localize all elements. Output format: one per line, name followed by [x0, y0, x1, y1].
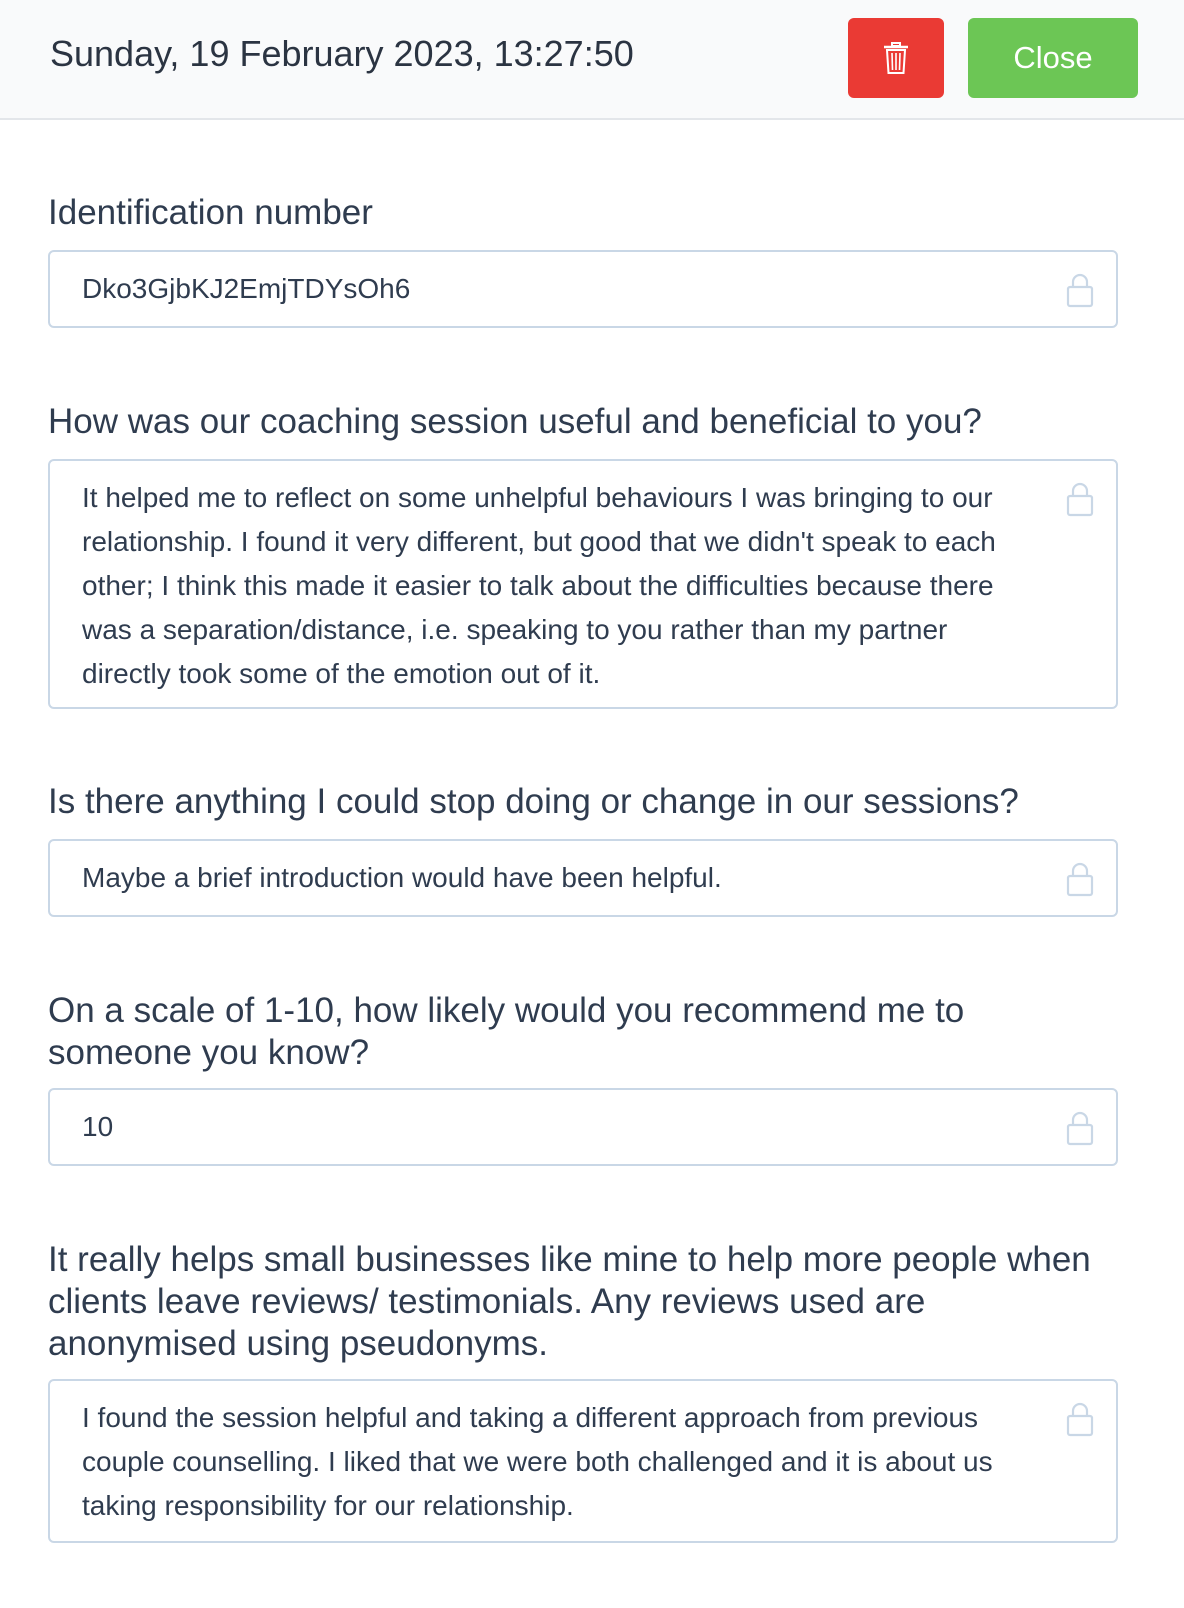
field-label-recommendation: On a scale of 1-10, how likely would you… [48, 991, 965, 1072]
field-label-usefulness: How was our coaching session useful and … [48, 402, 982, 441]
lock-icon [1066, 273, 1094, 308]
recommendation-score-field[interactable]: 10 [48, 1088, 1118, 1166]
response-timestamp: Sunday, 19 February 2023, 13:27:50 [50, 33, 634, 74]
field-label-testimonial: It really helps small businesses like mi… [48, 1240, 1091, 1363]
identification-value: Dko3GjbKJ2EmjTDYsOh6 [82, 273, 411, 304]
close-button[interactable]: Close [968, 18, 1138, 98]
usefulness-answer-text: It helped me to reflect on some unhelpfu… [82, 482, 996, 689]
trash-icon [884, 42, 908, 74]
lock-icon [1066, 1402, 1094, 1437]
delete-button[interactable] [848, 18, 944, 98]
field-label-identification: Identification number [48, 193, 373, 232]
testimonial-answer-text: I found the session helpful and taking a… [82, 1402, 993, 1521]
improvement-answer-field[interactable]: Maybe a brief introduction would have be… [48, 839, 1118, 917]
testimonial-answer-field[interactable]: I found the session helpful and taking a… [48, 1379, 1118, 1543]
recommendation-score-value: 10 [82, 1111, 114, 1142]
lock-icon [1066, 862, 1094, 897]
lock-icon [1066, 482, 1094, 517]
field-label-improvement: Is there anything I could stop doing or … [48, 782, 1019, 821]
lock-icon [1066, 1111, 1094, 1146]
header-bar: Sunday, 19 February 2023, 13:27:50 Close [0, 0, 1184, 120]
improvement-answer-text: Maybe a brief introduction would have be… [82, 862, 722, 893]
usefulness-answer-field[interactable]: It helped me to reflect on some unhelpfu… [48, 459, 1118, 709]
identification-field[interactable]: Dko3GjbKJ2EmjTDYsOh6 [48, 250, 1118, 328]
